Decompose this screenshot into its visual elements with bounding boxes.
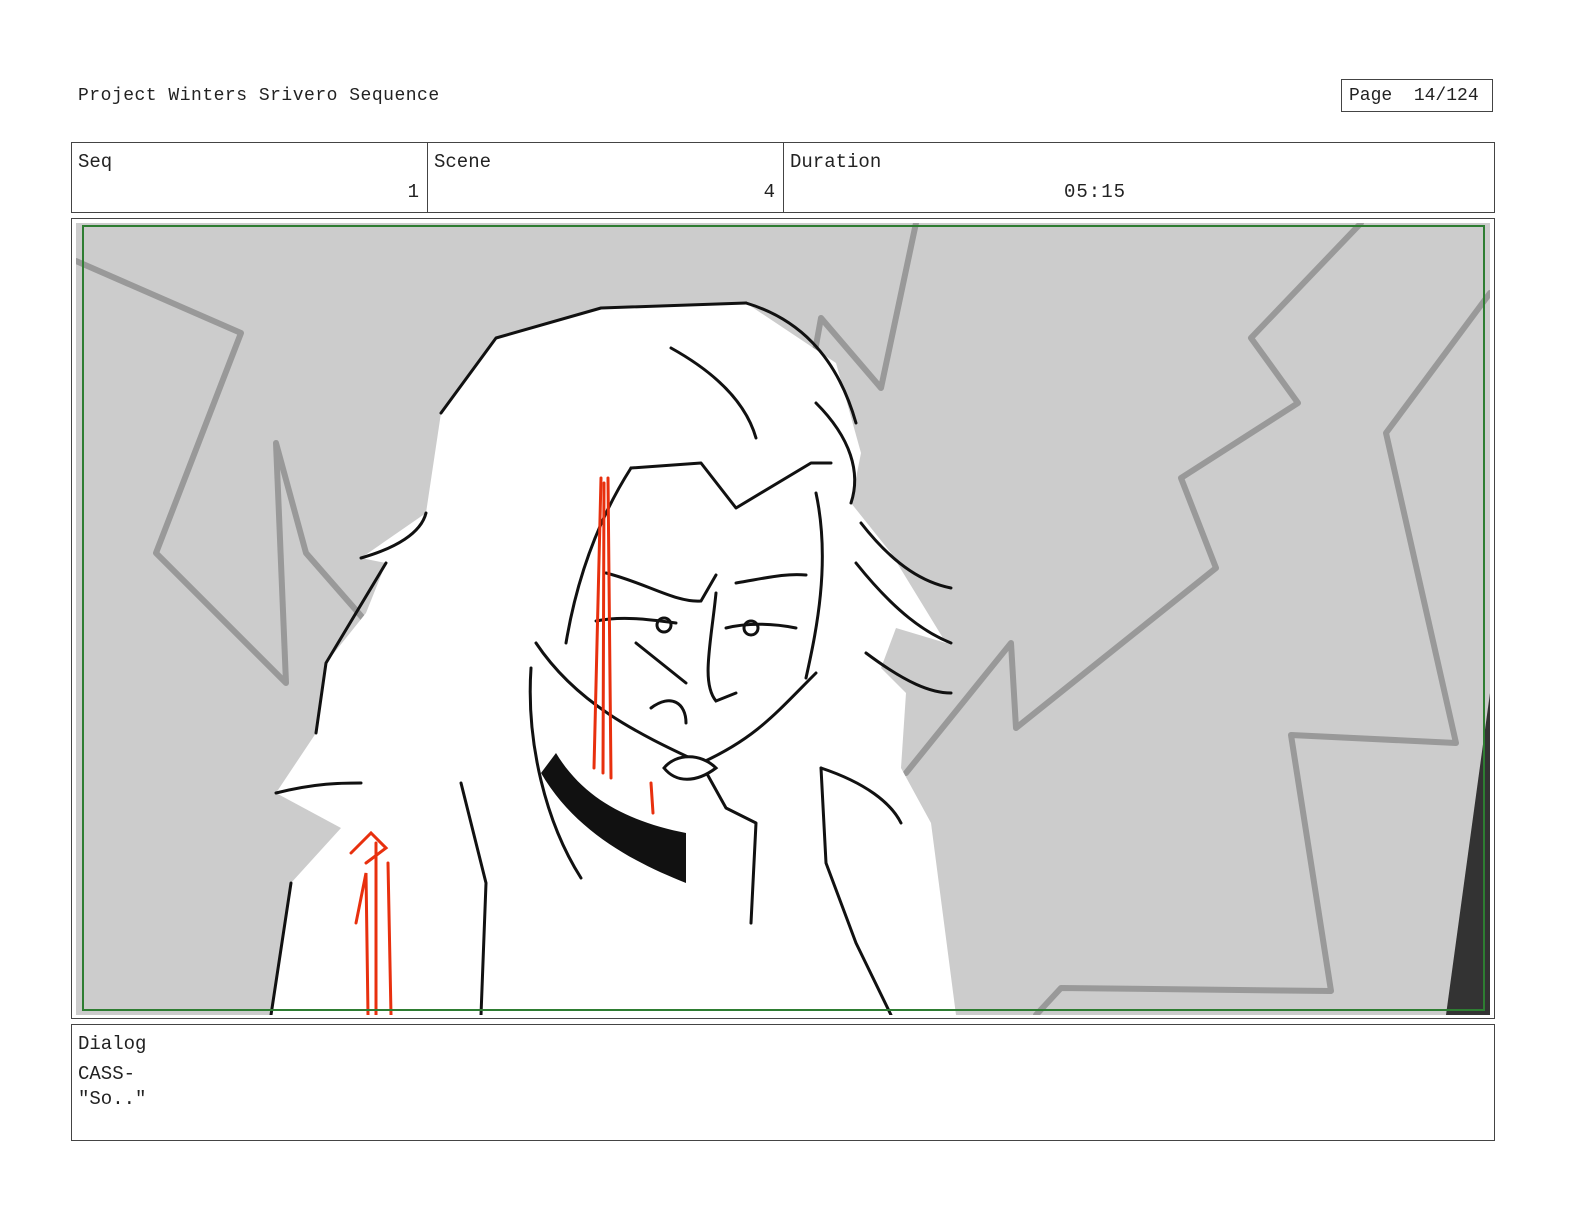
dialog-label: Dialog [78, 1033, 147, 1055]
storyboard-sketch-image [76, 223, 1490, 1015]
dialog-line: CASS- [78, 1063, 136, 1085]
page-indicator: Page 14/124 [1341, 79, 1493, 112]
dialog-box: Dialog CASS- "So.." [71, 1024, 1495, 1141]
seq-value: 1 [407, 181, 419, 203]
page-number: 14/124 [1413, 86, 1479, 106]
seq-cell: Seq 1 [72, 143, 428, 212]
scene-label: Scene [434, 151, 492, 173]
project-title: Project Winters Srivero Sequence [78, 86, 440, 106]
scene-cell: Scene 4 [428, 143, 784, 212]
seq-label: Seq [78, 151, 113, 173]
duration-label: Duration [790, 151, 882, 173]
storyboard-panel [71, 218, 1495, 1019]
page-label: Page [1349, 86, 1393, 106]
dialog-line: "So.." [78, 1088, 147, 1110]
shot-info-table: Seq 1 Scene 4 Duration 05:15 [71, 142, 1495, 213]
duration-value: 05:15 [1064, 181, 1127, 203]
scene-value: 4 [763, 181, 775, 203]
duration-cell: Duration 05:15 [784, 143, 1494, 212]
